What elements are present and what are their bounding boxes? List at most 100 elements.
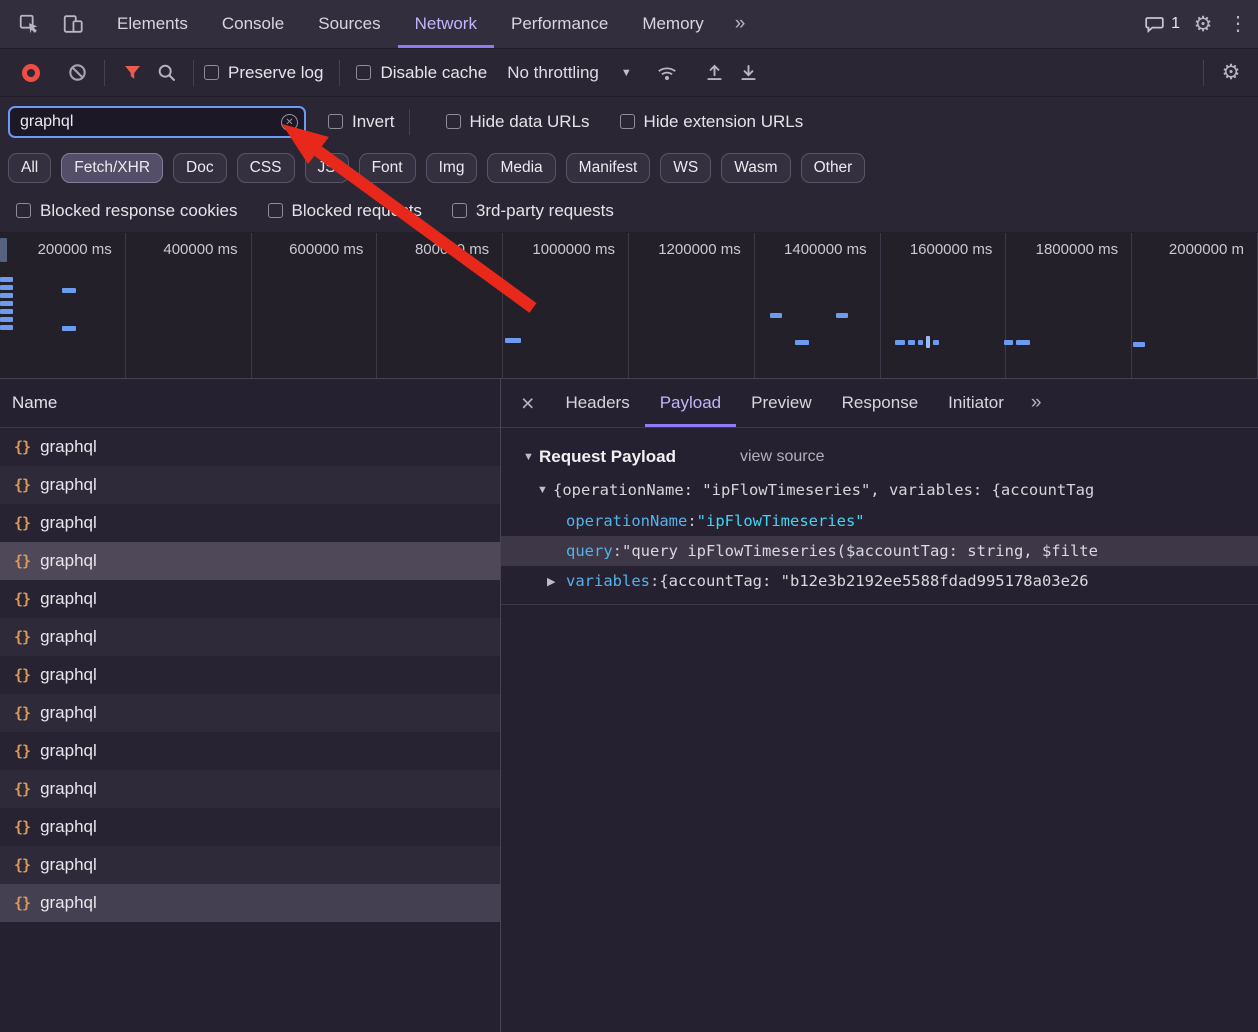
panel-tab[interactable]: Elements — [100, 0, 205, 48]
panel-tab[interactable]: Sources — [301, 0, 397, 48]
details-tab[interactable]: Headers — [550, 379, 644, 427]
fetch-xhr-icon: {} — [14, 894, 30, 912]
request-row[interactable]: {} graphql — [0, 466, 500, 504]
request-row[interactable]: {} graphql — [0, 542, 500, 580]
checkbox — [446, 114, 461, 129]
filter-option-checkbox[interactable]: Blocked response cookies — [16, 201, 238, 221]
network-settings-gear-icon[interactable]: ⚙ — [1214, 56, 1248, 90]
clear-network-log-icon[interactable] — [60, 56, 94, 90]
network-conditions-icon[interactable] — [650, 56, 684, 90]
payload-summary-text: {operationName: "ipFlowTimeseries", vari… — [553, 481, 1094, 499]
filter-funnel-icon[interactable] — [115, 56, 149, 90]
request-row[interactable]: {} graphql — [0, 884, 500, 922]
request-name: graphql — [40, 665, 97, 685]
request-name: graphql — [40, 817, 97, 837]
disable-cache-checkbox[interactable]: Disable cache — [356, 63, 487, 83]
invert-checkbox[interactable]: Invert — [328, 112, 395, 132]
close-details-icon[interactable]: × — [501, 379, 550, 427]
fetch-xhr-icon: {} — [14, 818, 30, 836]
payload-property-row[interactable]: ▶ variables : {accountTag: "b12e3b2192ee… — [501, 566, 1258, 596]
throttling-dropdown[interactable]: No throttling ▼ — [507, 63, 632, 83]
timeline-column: 600000 ms — [252, 233, 378, 378]
resource-type-chip[interactable]: Other — [801, 153, 866, 183]
view-source-link[interactable]: view source — [740, 448, 824, 466]
preserve-log-checkbox[interactable]: Preserve log — [204, 63, 323, 83]
timeline-columns: 200000 ms400000 ms600000 ms800000 ms1000… — [0, 233, 1258, 378]
request-row[interactable]: {} graphql — [0, 580, 500, 618]
search-icon[interactable] — [149, 56, 183, 90]
panel-tab[interactable]: Memory — [625, 0, 720, 48]
resource-type-chip[interactable]: Fetch/XHR — [61, 153, 163, 183]
request-row[interactable]: {} graphql — [0, 656, 500, 694]
device-toolbar-icon[interactable] — [56, 7, 90, 41]
filter-option-checkbox[interactable]: Blocked requests — [268, 201, 422, 221]
fetch-xhr-icon: {} — [14, 552, 30, 570]
export-har-icon[interactable] — [732, 56, 766, 90]
request-row[interactable]: {} graphql — [0, 504, 500, 542]
details-tabs: HeadersPayloadPreviewResponseInitiator — [550, 379, 1018, 427]
request-row[interactable]: {} graphql — [0, 618, 500, 656]
request-row[interactable]: {} graphql — [0, 770, 500, 808]
resource-type-chip[interactable]: Media — [487, 153, 555, 183]
payload-property-row[interactable]: query : "query ipFlowTimeseries($account… — [501, 536, 1258, 566]
payload-property-row[interactable]: operationName : "ipFlowTimeseries" — [501, 506, 1258, 536]
resource-type-chip[interactable]: All — [8, 153, 51, 183]
resource-type-chip[interactable]: Font — [359, 153, 416, 183]
network-overview-timeline[interactable]: 200000 ms400000 ms600000 ms800000 ms1000… — [0, 233, 1258, 379]
property-key: variables — [566, 572, 650, 590]
panel-tab[interactable]: Performance — [494, 0, 625, 48]
checkbox-label: Hide extension URLs — [644, 112, 804, 132]
filter-input[interactable] — [8, 106, 306, 138]
checkbox-label: Blocked response cookies — [40, 201, 238, 221]
hide-extension-urls-checkbox[interactable]: Hide extension URLs — [620, 112, 804, 132]
timeline-column: 400000 ms — [126, 233, 252, 378]
fetch-xhr-icon: {} — [14, 476, 30, 494]
timeline-column: 200000 ms — [0, 233, 126, 378]
resource-type-chip[interactable]: JS — [305, 153, 349, 183]
requests-pane: Name {} graphql {} graphql {} gr — [0, 379, 501, 1032]
checkbox-label: Disable cache — [380, 63, 487, 83]
details-tab[interactable]: Payload — [645, 379, 736, 427]
request-row[interactable]: {} graphql — [0, 428, 500, 466]
request-row[interactable]: {} graphql — [0, 846, 500, 884]
resource-type-chip[interactable]: Img — [426, 153, 478, 183]
property-key: query — [566, 542, 613, 560]
fetch-xhr-icon: {} — [14, 704, 30, 722]
hide-data-urls-checkbox[interactable]: Hide data URLs — [446, 112, 590, 132]
record-network-log-icon[interactable] — [14, 56, 48, 90]
details-tab[interactable]: Initiator — [933, 379, 1019, 427]
request-payload-section[interactable]: ▼ Request Payload view source — [501, 440, 1258, 474]
fetch-xhr-icon: {} — [14, 742, 30, 760]
payload-summary-row[interactable]: ▼ {operationName: "ipFlowTimeseries", va… — [501, 474, 1258, 506]
request-row[interactable]: {} graphql — [0, 732, 500, 770]
timeline-scroll-thumb[interactable] — [0, 238, 7, 262]
details-tab[interactable]: Preview — [736, 379, 826, 427]
fetch-xhr-icon: {} — [14, 628, 30, 646]
details-tab[interactable]: Response — [827, 379, 934, 427]
resource-type-chip[interactable]: WS — [660, 153, 711, 183]
more-details-tabs-icon[interactable]: » — [1019, 379, 1054, 427]
request-row[interactable]: {} graphql — [0, 694, 500, 732]
resource-type-chip[interactable]: Doc — [173, 153, 227, 183]
timeline-tick-label: 800000 ms — [415, 241, 489, 258]
checkbox — [268, 203, 283, 218]
resource-type-chip[interactable]: CSS — [237, 153, 295, 183]
inspect-element-icon[interactable] — [12, 7, 46, 41]
settings-gear-icon[interactable]: ⚙ — [1186, 7, 1220, 41]
request-name: graphql — [40, 741, 97, 761]
panel-tab[interactable]: Network — [398, 0, 494, 48]
more-tabs-icon[interactable]: » — [721, 0, 760, 48]
kebab-menu-icon[interactable]: ⋮ — [1226, 7, 1250, 41]
request-row[interactable]: {} graphql — [0, 808, 500, 846]
resource-type-chip[interactable]: Wasm — [721, 153, 790, 183]
filter-option-checkbox[interactable]: 3rd-party requests — [452, 201, 614, 221]
clear-filter-icon[interactable]: ✕ — [281, 114, 298, 131]
panel-tab[interactable]: Console — [205, 0, 301, 48]
property-value: "query ipFlowTimeseries($accountTag: str… — [622, 542, 1098, 560]
resource-type-chip[interactable]: Manifest — [566, 153, 651, 183]
name-column-header[interactable]: Name — [0, 379, 500, 428]
console-messages-icon[interactable] — [1141, 7, 1167, 41]
panel-tabs: ElementsConsoleSourcesNetworkPerformance… — [100, 0, 721, 48]
fetch-xhr-icon: {} — [14, 666, 30, 684]
import-har-icon[interactable] — [698, 56, 732, 90]
